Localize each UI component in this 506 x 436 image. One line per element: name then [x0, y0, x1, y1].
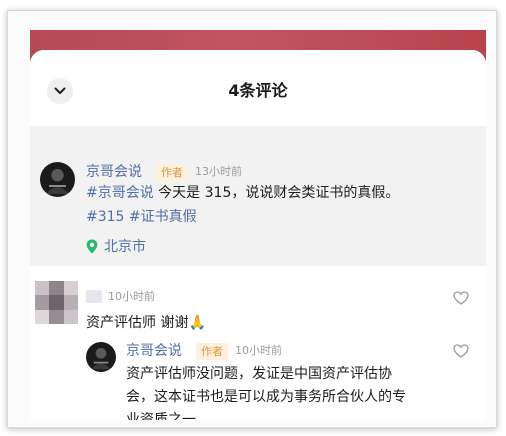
location-pin-icon	[86, 239, 98, 253]
post-time: 13小时前	[195, 165, 242, 178]
phone-screen: 4条评论 京哥会说 作者 13小时前 #京哥会说 今天是 315，说说财会类证书…	[30, 30, 486, 420]
reply-text-line-2: 会，这本证书也是可以成为事务所合伙人的专	[126, 389, 406, 405]
reply-author-badge: 作者	[196, 343, 228, 360]
like-heart-icon[interactable]	[453, 291, 469, 305]
comment-text: 资产评估师 谢谢🙏	[86, 315, 206, 331]
location-label: 北京市	[104, 239, 146, 255]
post-text-line-2: #315 #证书真假	[86, 205, 476, 229]
reply-text-line-3: 业资质之一。	[126, 412, 210, 420]
comments-sheet: 4条评论 京哥会说 作者 13小时前 #京哥会说 今天是 315，说说财会类证书…	[30, 50, 486, 420]
comment-time: 10小时前	[108, 290, 155, 303]
location-tag[interactable]: 北京市	[86, 235, 146, 257]
reply-text-line-1: 资产评估师没问题，发证是中国资产评估协	[126, 366, 392, 382]
reply-time: 10小时前	[235, 344, 282, 357]
post-body-text: 今天是 315，说说财会类证书的真假。	[153, 185, 400, 201]
screenshot-frame: 4条评论 京哥会说 作者 13小时前 #京哥会说 今天是 315，说说财会类证书…	[7, 10, 497, 428]
hashtag-link[interactable]: #京哥会说	[86, 185, 154, 201]
commenter-name[interactable]	[86, 290, 102, 303]
sheet-header: 4条评论	[30, 50, 486, 126]
avatar-portrait-image	[46, 169, 69, 194]
avatar-portrait-image	[91, 348, 111, 370]
like-heart-icon[interactable]	[453, 344, 469, 358]
reply-author-name[interactable]: 京哥会说	[126, 341, 182, 361]
comment-count-title: 4条评论	[228, 81, 288, 100]
hashtag-link[interactable]: #315	[86, 209, 124, 225]
hashtag-link[interactable]: #证书真假	[129, 209, 197, 225]
author-avatar[interactable]	[40, 162, 75, 197]
post-text-line-1: #京哥会说 今天是 315，说说财会类证书的真假。	[86, 181, 476, 205]
commenter-avatar[interactable]	[35, 281, 78, 324]
reply-author-avatar[interactable]	[86, 342, 116, 372]
author-badge: 作者	[156, 164, 188, 181]
author-name[interactable]: 京哥会说	[86, 162, 142, 182]
